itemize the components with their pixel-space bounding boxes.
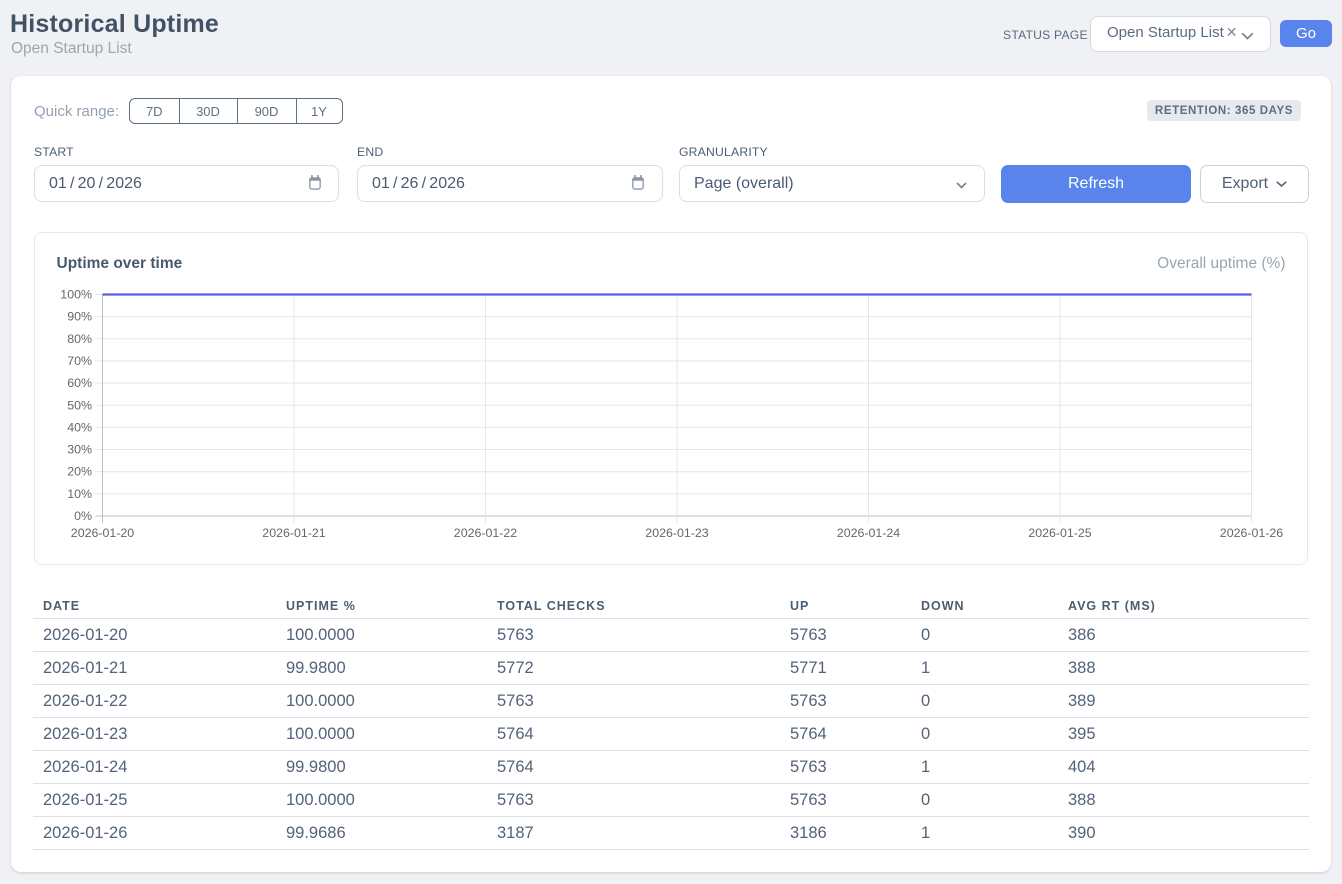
svg-text:100%: 100% [60,288,92,302]
svg-text:2026-01-21: 2026-01-21 [262,526,325,540]
svg-text:2026-01-24: 2026-01-24 [837,526,900,540]
svg-text:2026-01-20: 2026-01-20 [71,526,134,540]
svg-text:10%: 10% [67,487,92,501]
svg-text:60%: 60% [67,376,92,390]
svg-text:2026-01-23: 2026-01-23 [645,526,708,540]
svg-text:80%: 80% [67,332,92,346]
svg-text:20%: 20% [67,465,92,479]
svg-text:2026-01-25: 2026-01-25 [1028,526,1091,540]
svg-text:50%: 50% [67,398,92,412]
svg-text:90%: 90% [67,310,92,324]
svg-text:0%: 0% [74,509,92,523]
svg-text:30%: 30% [67,443,92,457]
svg-text:70%: 70% [67,354,92,368]
svg-text:2026-01-22: 2026-01-22 [454,526,517,540]
svg-text:2026-01-26: 2026-01-26 [1220,526,1283,540]
svg-text:40%: 40% [67,420,92,434]
